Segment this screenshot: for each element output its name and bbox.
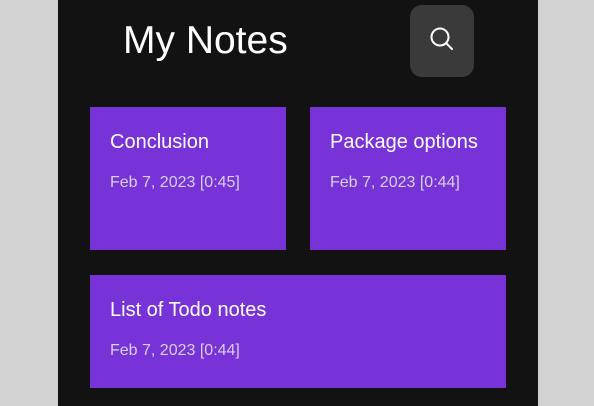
search-icon xyxy=(429,26,455,57)
note-date: Feb 7, 2023 [0:44] xyxy=(330,174,460,191)
note-date: Feb 7, 2023 [0:45] xyxy=(110,174,240,191)
note-date: Feb 7, 2023 [0:44] xyxy=(110,342,240,359)
note-title: Package options xyxy=(330,131,478,153)
note-title: Conclusion xyxy=(110,131,209,153)
note-card[interactable]: Conclusion Feb 7, 2023 [0:45] xyxy=(90,107,286,250)
notes-app: My Notes Conclusion Feb 7, 2023 [0:45] P… xyxy=(58,0,538,406)
page-title: My Notes xyxy=(123,19,288,62)
note-title: List of Todo notes xyxy=(110,299,267,321)
search-button[interactable] xyxy=(410,5,474,77)
note-card[interactable]: Package options Feb 7, 2023 [0:44] xyxy=(310,107,506,250)
note-card[interactable]: List of Todo notes Feb 7, 2023 [0:44] xyxy=(90,275,506,388)
